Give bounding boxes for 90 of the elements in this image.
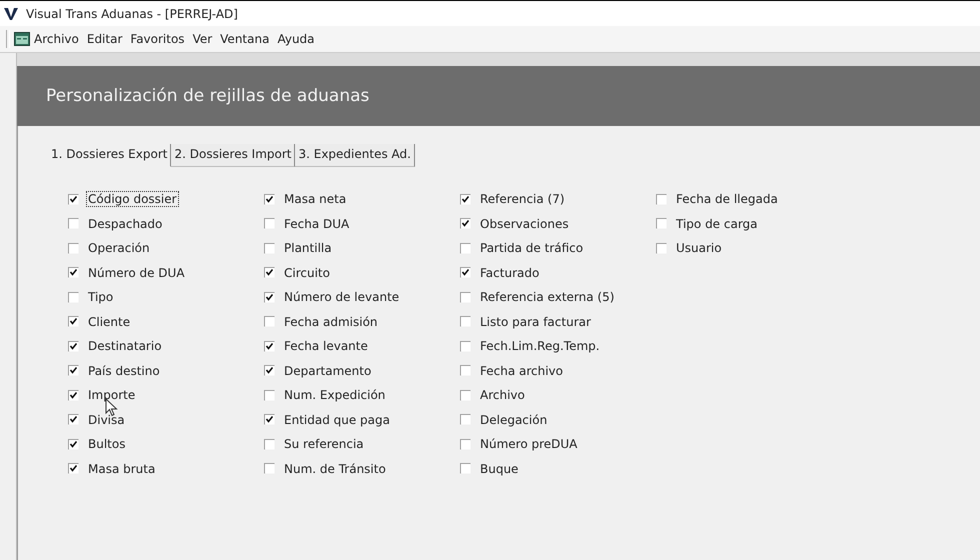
checkbox-label: Fech.Lim.Reg.Temp. xyxy=(479,338,601,354)
checkbox-label: Fecha DUA xyxy=(283,216,350,232)
checkbox-label: Tipo de carga xyxy=(675,216,759,232)
checkbox[interactable] xyxy=(460,390,471,401)
checkbox-label: Bultos xyxy=(87,436,126,452)
checkbox-label: Fecha archivo xyxy=(479,362,564,379)
window-icon[interactable] xyxy=(14,32,30,46)
checkbox[interactable] xyxy=(460,340,471,352)
panel-title: Personalización de rejillas de aduanas xyxy=(46,86,370,106)
checkbox-label: Usuario xyxy=(675,240,723,256)
checkbox[interactable] xyxy=(264,292,275,303)
checkbox[interactable] xyxy=(68,242,79,254)
checkbox[interactable] xyxy=(656,242,667,254)
checkbox-label: Número preDUA xyxy=(479,436,578,452)
checkbox-label: Operación xyxy=(87,240,151,256)
checkbox[interactable] xyxy=(68,390,79,401)
checkbox-label: Divisa xyxy=(87,412,126,428)
checkbox[interactable] xyxy=(460,267,471,278)
checkbox[interactable] xyxy=(68,463,79,474)
checkbox[interactable] xyxy=(68,292,79,303)
checkbox[interactable] xyxy=(264,218,275,230)
menu-item[interactable]: Ver xyxy=(192,32,212,46)
checkbox[interactable] xyxy=(68,267,79,278)
checkbox[interactable] xyxy=(68,316,79,328)
checkbox-label: Archivo xyxy=(479,387,526,404)
checkbox-label: Departamento xyxy=(283,362,372,379)
checkbox[interactable] xyxy=(68,414,79,426)
checkbox-label: Código dossier xyxy=(86,191,179,208)
menu-item[interactable]: Ayuda xyxy=(277,32,315,46)
checkbox[interactable] xyxy=(264,316,275,328)
checkbox[interactable] xyxy=(264,242,275,254)
checkbox-label: Fecha levante xyxy=(283,338,369,354)
tab[interactable]: 3. Expedientes Ad. xyxy=(295,144,415,167)
checkbox[interactable] xyxy=(460,194,471,205)
checkbox[interactable] xyxy=(264,390,275,401)
checkbox[interactable] xyxy=(460,292,471,303)
checkbox[interactable] xyxy=(264,267,275,278)
checkbox-label: Num. de Tránsito xyxy=(283,460,387,477)
checkbox-label: Entidad que paga xyxy=(283,412,391,428)
checkbox[interactable] xyxy=(460,463,471,474)
checkbox-label: Circuito xyxy=(283,264,331,281)
checkbox-label: Fecha admisión xyxy=(283,314,379,330)
checkbox[interactable] xyxy=(68,365,79,376)
checkbox-label: Número de levante xyxy=(283,289,400,306)
checkbox-label: Número de DUA xyxy=(87,264,186,281)
checkbox-label: Referencia (7) xyxy=(479,191,566,208)
checkbox-label: Partida de tráfico xyxy=(479,240,584,256)
checkbox-label: Su referencia xyxy=(283,436,365,452)
checkbox[interactable] xyxy=(460,316,471,328)
menu-item[interactable]: Favoritos xyxy=(130,32,185,46)
checkbox-label: Buque xyxy=(479,460,520,477)
checkbox-label: Tipo xyxy=(87,289,114,306)
checkbox[interactable] xyxy=(656,194,667,205)
checkbox[interactable] xyxy=(264,340,275,352)
checkbox[interactable] xyxy=(656,218,667,230)
checkbox[interactable] xyxy=(264,438,275,450)
checkbox-label: Delegación xyxy=(479,412,548,428)
checkbox[interactable] xyxy=(460,365,471,376)
checkbox[interactable] xyxy=(460,438,471,450)
checkbox[interactable] xyxy=(68,438,79,450)
checkbox-label: Despachado xyxy=(87,216,164,232)
menu-item[interactable]: Archivo xyxy=(34,32,79,46)
checkbox[interactable] xyxy=(460,242,471,254)
checkbox-label: Facturado xyxy=(479,264,540,281)
checkbox-label: Fecha de llegada xyxy=(675,191,779,208)
window-title: Visual Trans Aduanas - [PERREJ-AD] xyxy=(26,6,238,20)
app-logo-icon xyxy=(4,6,18,20)
checkbox[interactable] xyxy=(264,194,275,205)
checkbox[interactable] xyxy=(264,414,275,426)
checkbox[interactable] xyxy=(68,218,79,230)
checkbox[interactable] xyxy=(460,218,471,230)
checkbox-label: Num. Expedición xyxy=(283,387,386,404)
checkbox[interactable] xyxy=(460,414,471,426)
menu-item[interactable]: Ventana xyxy=(220,32,270,46)
checkbox-label: Masa neta xyxy=(283,191,348,208)
checkbox[interactable] xyxy=(264,365,275,376)
checkbox-label: Referencia externa (5) xyxy=(479,289,616,306)
checkbox[interactable] xyxy=(264,463,275,474)
menu-item[interactable]: Editar xyxy=(86,32,122,46)
checkbox[interactable] xyxy=(68,340,79,352)
checkbox-label: Importe xyxy=(87,387,136,404)
checkbox-label: País destino xyxy=(87,362,161,379)
checkbox-label: Cliente xyxy=(87,314,132,330)
tab[interactable]: 2. Dossieres Import xyxy=(171,144,296,167)
checkbox[interactable] xyxy=(68,194,79,205)
checkbox-label: Masa bruta xyxy=(87,460,156,477)
checkbox-label: Listo para facturar xyxy=(479,314,592,330)
checkbox-label: Observaciones xyxy=(479,216,570,232)
checkbox-label: Plantilla xyxy=(283,240,333,256)
checkbox-label: Destinatario xyxy=(87,338,163,354)
